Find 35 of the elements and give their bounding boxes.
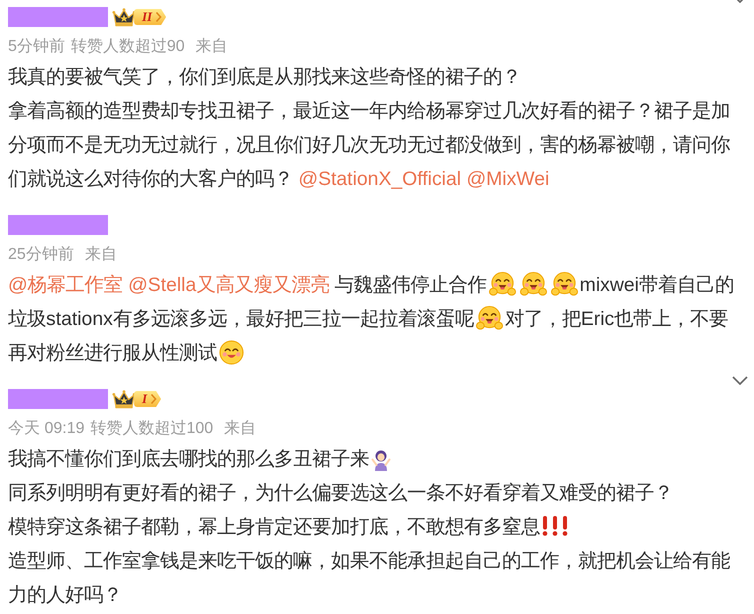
smiling-face-icon: [219, 340, 244, 365]
exclamation-icon: [551, 515, 559, 537]
repost-stat: 转赞人数超过90: [70, 37, 185, 57]
post-time: 25分钟前: [8, 245, 74, 265]
hugging-face-icon: [488, 271, 516, 297]
level-badge: I: [134, 391, 162, 407]
crown-icon: [112, 388, 136, 410]
person-shrugging-icon: [371, 449, 391, 471]
source-label: 来自: [196, 37, 228, 57]
chevron-right-icon: [155, 11, 162, 23]
mention-link[interactable]: @MixWei: [466, 168, 550, 190]
level-badge: II: [134, 9, 166, 25]
comment-text: 模特穿这条裙子都勒，幂上身肯定还要加打底，不敢想有多窒息: [8, 510, 740, 544]
mention-link[interactable]: @StationX_Official: [298, 168, 462, 190]
post-time: 5分钟前: [8, 37, 65, 57]
source-label: 来自: [224, 419, 256, 439]
crown-icon: [112, 6, 136, 28]
hugging-face-icon: [550, 271, 578, 297]
mention-link[interactable]: @杨幂工作室: [8, 274, 123, 296]
repost-stat: 转赞人数超过100: [90, 419, 214, 439]
chevron-down-icon[interactable]: [732, 376, 748, 385]
comment-text: 我真的要被气笑了，你们到底是从那找来这些奇怪的裙子的？: [8, 65, 522, 90]
comment-text: 造型师、工作室拿钱是来吃干饭的嘛，如果不能承担起自己的工作，就把机会让给有能力的人好吗？: [8, 549, 731, 608]
comment-text: @杨幂工作室 @Stella又高又瘦又漂亮 与魏盛伟停止合作 mixwei带着自己的垃圾stationx有多远滚多远，最好把三拉一起拉着滚蛋呢 对了，把Eric也带上，不要再对粉丝进行服从性测试: [8, 268, 740, 370]
source-label: 来自: [84, 245, 117, 265]
mention-link[interactable]: @Stella又高又瘦又漂亮: [128, 274, 330, 296]
comment-text: 我搞不懂你们到底去哪找的那么多丑裙子来: [8, 442, 740, 476]
hugging-face-icon: [520, 271, 547, 297]
comment-text: 拿着高额的造型费却专找丑裙子，最近这一年内给杨幂穿过几次好看的裙子？裙子是加分项而不是无功无过就行，况且你们好几次无功无过都没做到，害的杨幂被嘲，请问你们就说这么对待你的大客户的吗？ @StationX_Official @MixWei: [8, 99, 731, 192]
hugging-face-icon: [476, 305, 503, 331]
post-time: 今天 09:19: [8, 419, 84, 439]
comment-text: 同系列明明有更好看的裙子，为什么偏要选这么一条不好看穿着又难受的裙子？: [8, 481, 674, 506]
exclamation-icon: [561, 515, 569, 537]
chevron-right-icon: [150, 393, 158, 405]
exclamation-icon: [541, 515, 549, 537]
